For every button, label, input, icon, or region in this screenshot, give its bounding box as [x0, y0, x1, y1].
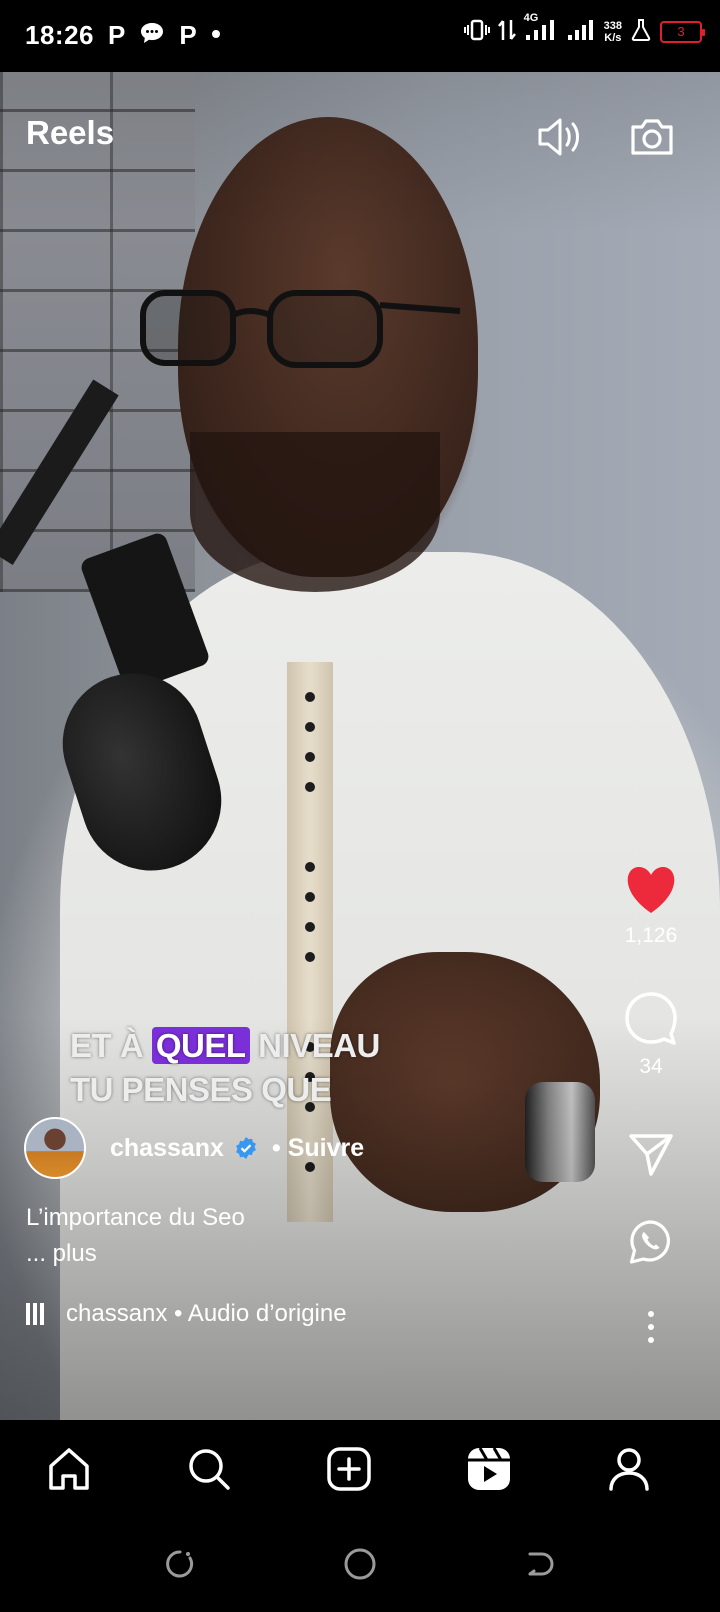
create-icon[interactable] — [322, 1442, 376, 1496]
net-speed-value: 338 — [603, 19, 622, 32]
page-title: Reels — [26, 114, 115, 151]
verified-badge-icon — [236, 1137, 256, 1159]
system-status-icons: 4G 338 K/s 3 — [463, 12, 705, 45]
whatsapp-icon[interactable] — [627, 1218, 675, 1271]
status-time: 18:26 — [25, 20, 94, 50]
more-notifications-dot-icon — [211, 26, 221, 44]
chat-bubble-icon — [139, 21, 165, 50]
like-count[interactable]: 1,126 — [625, 924, 678, 948]
net-speed-unit: K/s — [604, 31, 622, 44]
username[interactable]: chassanx — [110, 1134, 224, 1163]
audio-label: chassanx • Audio d’origine — [66, 1300, 347, 1327]
signal-4g-icon: 4G — [524, 12, 558, 45]
avatar[interactable] — [24, 1117, 86, 1179]
speaker-icon[interactable] — [532, 110, 586, 164]
audio-row[interactable]: chassanx • Audio d’origine — [26, 1300, 347, 1328]
camera-icon[interactable] — [625, 110, 679, 164]
caption[interactable]: L’importance du Seo ... plus — [26, 1200, 245, 1272]
subtitle-text: NIVEAU — [249, 1027, 380, 1064]
p-app-icon: P — [179, 20, 197, 50]
caption-text: L’importance du Seo — [26, 1204, 245, 1231]
comment-action: 34 — [606, 990, 696, 1079]
status-bar: 18:26 P P 4G 338 K/s 3 — [0, 0, 720, 72]
share-action — [606, 1132, 696, 1183]
heart-icon[interactable] — [623, 865, 679, 920]
audio-bars-icon — [26, 1303, 44, 1325]
network-type: 4G — [523, 12, 539, 24]
subtitle-highlight: QUEL — [151, 1027, 250, 1064]
more-options-icon[interactable] — [646, 1310, 656, 1349]
subtitle-text: ET À — [70, 1027, 152, 1064]
search-icon[interactable] — [182, 1442, 236, 1496]
data-transfer-icon — [497, 18, 516, 45]
whatsapp-action — [606, 1218, 696, 1271]
back-icon[interactable] — [522, 1546, 558, 1582]
notification-icons: P P — [108, 20, 221, 50]
system-nav — [0, 1516, 720, 1612]
follow-label: Suivre — [287, 1133, 365, 1162]
recent-apps-icon[interactable] — [162, 1546, 198, 1582]
vibrate-icon — [463, 18, 490, 45]
net-speed: 338 K/s — [604, 20, 622, 44]
battery-level: 3 — [677, 24, 685, 39]
reels-header: Reels — [0, 72, 720, 212]
more-action — [606, 1310, 696, 1349]
comment-icon[interactable] — [623, 990, 679, 1051]
home-icon[interactable] — [42, 1442, 96, 1496]
author-row: chassanx • Suivre — [24, 1116, 364, 1180]
subtitle-line-1: ET À QUEL NIVEAU — [70, 1024, 380, 1068]
caption-more[interactable]: ... plus — [26, 1236, 245, 1272]
signal-icon — [566, 18, 596, 45]
flask-icon — [630, 18, 652, 45]
bottom-nav — [0, 1420, 720, 1516]
subtitle-line-2: TU PENSES QUE — [70, 1071, 332, 1108]
comment-count[interactable]: 34 — [639, 1055, 662, 1079]
p-app-icon: P — [108, 20, 126, 50]
video-subtitle: ET À QUEL NIVEAU TU PENSES QUE — [70, 1024, 380, 1112]
battery-icon: 3 — [660, 20, 705, 43]
reels-icon[interactable] — [462, 1442, 516, 1496]
home-circle-icon[interactable] — [342, 1546, 378, 1582]
like-action: 1,126 — [606, 865, 696, 948]
profile-icon[interactable] — [602, 1442, 656, 1496]
send-icon[interactable] — [627, 1132, 675, 1183]
separator: • — [271, 1133, 281, 1162]
follow-button[interactable]: • Suivre — [272, 1134, 364, 1163]
